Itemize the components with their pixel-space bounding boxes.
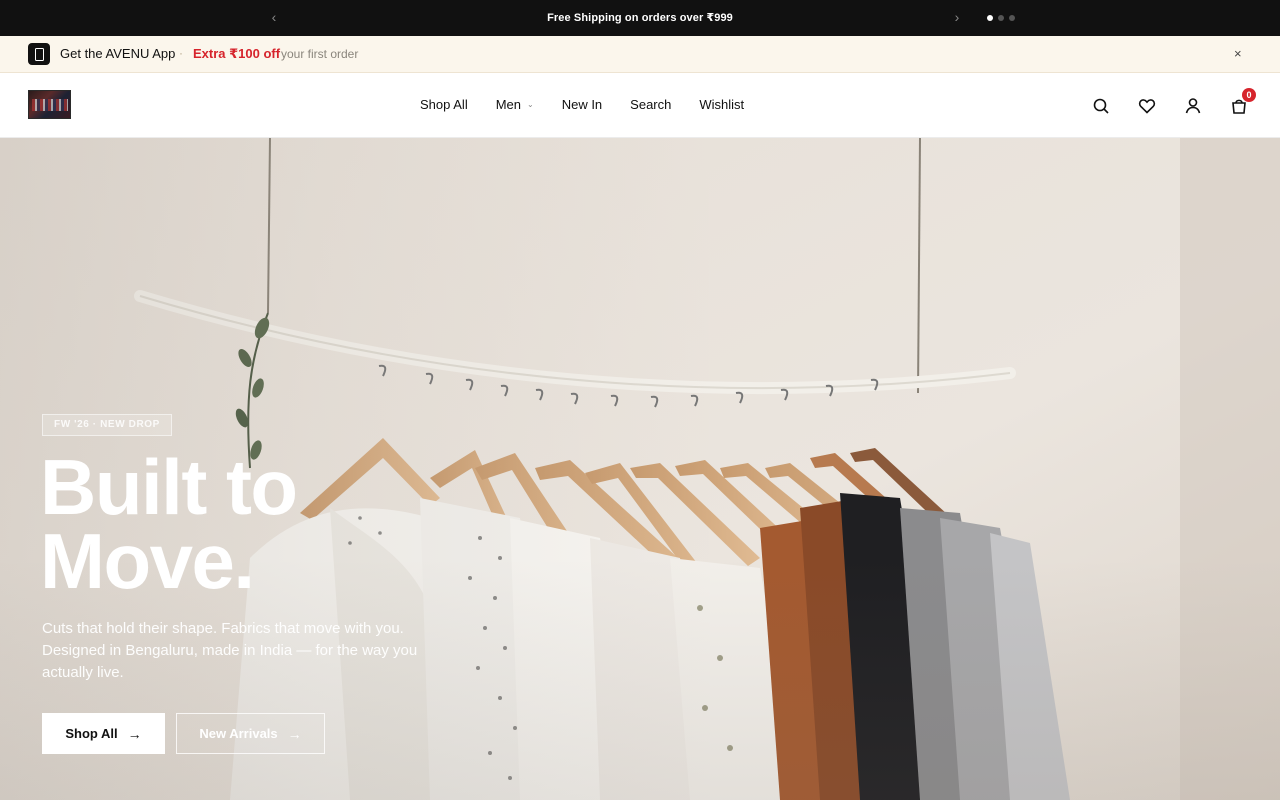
chevron-right-icon[interactable]: › — [949, 9, 965, 25]
carousel-dot-1[interactable] — [987, 15, 993, 21]
app-promo-offer: Extra ₹100 off — [193, 46, 281, 61]
nav-wishlist[interactable]: Wishlist — [699, 97, 744, 112]
brand-logo[interactable] — [28, 90, 71, 119]
nav-search[interactable]: Search — [630, 97, 671, 112]
shop-all-button[interactable]: Shop All → — [42, 713, 165, 754]
nav-men[interactable]: Men ⌄ — [496, 97, 534, 112]
carousel-dots — [987, 15, 1015, 21]
user-icon[interactable] — [1183, 96, 1203, 116]
cart-count-badge: 0 — [1242, 88, 1256, 102]
app-promo-title[interactable]: Get the AVENU App — [60, 46, 175, 61]
hero-headline-line-1: Built to — [40, 443, 298, 531]
new-arrivals-button[interactable]: New Arrivals → — [176, 713, 325, 754]
main-nav: Shop All Men ⌄ New In Search Wishlist — [420, 97, 772, 112]
collection-tag: FW '26 · NEW DROP — [42, 414, 172, 436]
nav-label: Search — [630, 97, 672, 112]
hero-headline-line-2: Move. — [40, 517, 255, 605]
nav-new-in[interactable]: New In — [562, 97, 602, 112]
announcement-bar: ‹ Free Shipping on orders over ₹999 › — [0, 0, 1280, 36]
phone-icon — [28, 43, 50, 65]
hero-banner: FW '26 · NEW DROP Built to Move. Cuts th… — [0, 138, 1280, 800]
carousel-dot-2[interactable] — [998, 15, 1004, 21]
hero-headline: Built to Move. — [40, 443, 298, 605]
nav-shop-all[interactable]: Shop All — [420, 97, 468, 112]
nav-label: Wishlist — [699, 97, 745, 112]
announcement-message: Free Shipping on orders over ₹999 — [547, 12, 733, 24]
arrow-right-icon: → — [127, 725, 142, 742]
search-icon[interactable] — [1091, 96, 1111, 116]
nav-label: New In — [561, 97, 603, 112]
arrow-right-icon: → — [287, 725, 302, 742]
app-promo-subtext: your first order — [281, 47, 359, 61]
site-header: Shop All Men ⌄ New In Search Wishlist 0 — [0, 73, 1280, 138]
app-promo-separator: · — [179, 46, 183, 60]
carousel-dot-3[interactable] — [1009, 15, 1015, 21]
chevron-down-icon: ⌄ — [527, 100, 534, 109]
cart-icon[interactable]: 0 — [1229, 88, 1256, 116]
close-icon[interactable]: × — [1234, 46, 1242, 61]
hero-description: Cuts that hold their shape. Fabrics that… — [42, 620, 418, 681]
app-promo-bar: Get the AVENU App · Extra ₹100 off your … — [0, 36, 1280, 73]
nav-label: Men — [495, 97, 521, 112]
shop-all-button-label: Shop All — [65, 726, 118, 741]
nav-label: Shop All — [420, 97, 468, 112]
heart-icon[interactable] — [1137, 96, 1157, 116]
new-arrivals-button-label: New Arrivals — [199, 726, 278, 741]
